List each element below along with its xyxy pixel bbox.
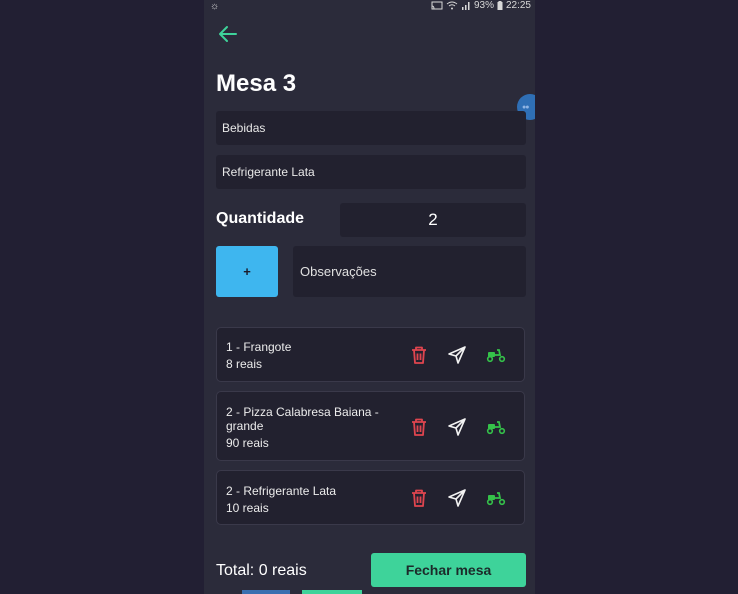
order-item-price: 90 reais (226, 436, 269, 450)
clock: 22:25 (505, 0, 531, 11)
add-item-button[interactable]: + (216, 246, 278, 297)
order-item-name: 2 - Refrigerante Lata (226, 484, 337, 498)
order-item-price: 10 reais (226, 501, 269, 515)
scooter-icon (486, 492, 506, 506)
send-button[interactable] (446, 344, 468, 366)
order-item-name: 2 - Pizza Calabresa Baiana - grande (226, 405, 379, 433)
scooter-icon (486, 421, 506, 435)
order-item-text: 2 - Pizza Calabresa Baiana - grande 90 r… (226, 405, 386, 450)
back-button[interactable] (216, 22, 240, 46)
strip-segment (242, 590, 290, 594)
category-select[interactable]: Bebidas (216, 111, 526, 145)
order-item-text: 1 - Frangote 8 reais (226, 340, 386, 371)
send-button[interactable] (446, 487, 468, 509)
status-right: 93% 22:25 (431, 0, 531, 11)
close-table-button[interactable]: Fechar mesa (371, 553, 526, 587)
delivery-button[interactable] (485, 416, 507, 438)
notification-icon: ☼ (210, 1, 220, 12)
quantity-input[interactable]: 2 (340, 203, 526, 237)
delete-button[interactable] (408, 344, 430, 366)
send-button[interactable] (446, 416, 468, 438)
signal-icon (461, 2, 470, 10)
order-item-text: 2 - Refrigerante Lata 10 reais (226, 484, 386, 515)
trash-icon (412, 418, 426, 436)
wifi-icon (446, 1, 458, 10)
quantity-label: Quantidade (216, 210, 305, 227)
order-item-name: 1 - Frangote (226, 340, 292, 354)
order-item: 2 - Pizza Calabresa Baiana - grande 90 r… (216, 391, 525, 461)
scooter-icon (486, 349, 506, 363)
cast-icon (431, 1, 443, 10)
delivery-button[interactable] (485, 487, 507, 509)
bottom-strip (204, 590, 535, 594)
order-item: 1 - Frangote 8 reais (216, 327, 525, 382)
delete-button[interactable] (408, 487, 430, 509)
send-icon (448, 489, 466, 507)
total-label: Total: 0 reais (216, 562, 307, 579)
strip-segment (204, 590, 242, 594)
trash-icon (412, 489, 426, 507)
status-bar: ☼ 93% 22:25 (204, 0, 535, 13)
battery-percent: 93% (473, 0, 494, 11)
observations-input[interactable]: Observações (293, 246, 526, 297)
page-title: Mesa 3 (216, 70, 297, 97)
app-screen: ☼ 93% 22:25 Mesa 3 ●● Bebidas Refrigeran… (204, 0, 535, 594)
trash-icon (412, 346, 426, 364)
strip-segment (302, 590, 362, 594)
strip-segment (290, 590, 302, 594)
delete-button[interactable] (408, 416, 430, 438)
delivery-button[interactable] (485, 344, 507, 366)
arrow-left-icon (219, 26, 237, 42)
order-item: 2 - Refrigerante Lata 10 reais (216, 470, 525, 525)
order-item-price: 8 reais (226, 357, 263, 371)
dots-icon: ●● (522, 103, 530, 111)
send-icon (448, 418, 466, 436)
send-icon (448, 346, 466, 364)
battery-icon (497, 1, 503, 10)
product-select[interactable]: Refrigerante Lata (216, 155, 526, 189)
